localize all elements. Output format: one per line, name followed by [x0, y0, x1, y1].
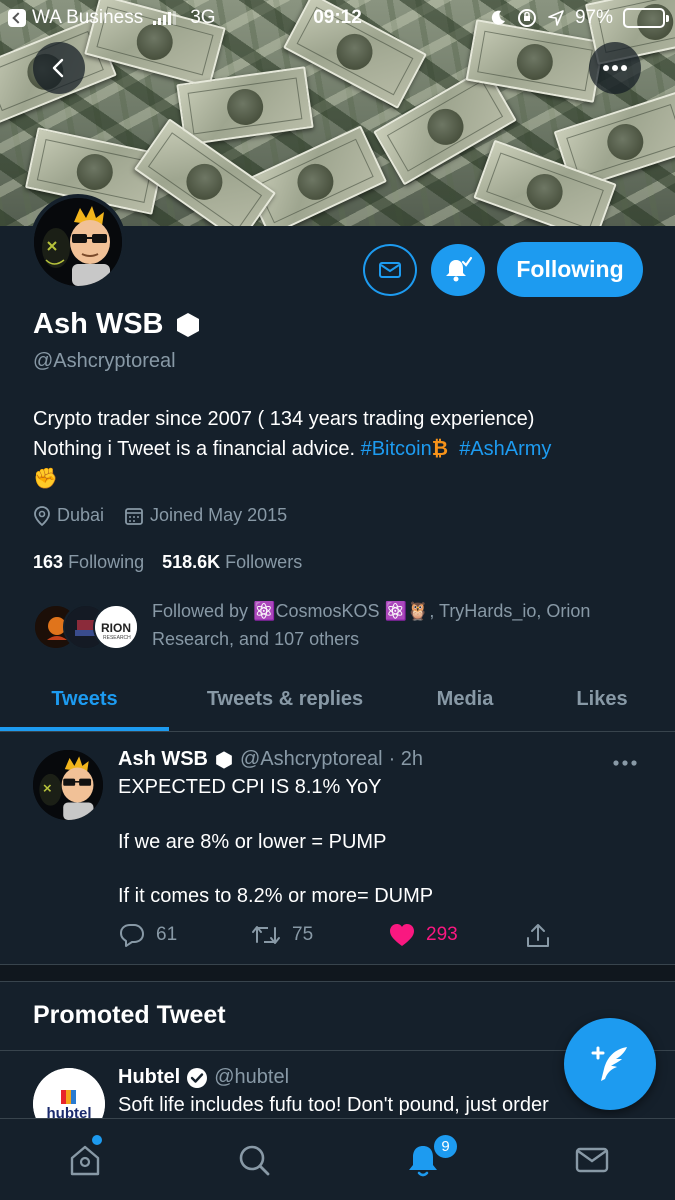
raised-fist-emoji: ✊: [33, 468, 58, 490]
tweet-text-line: If we are 8% or lower = PUMP: [118, 831, 387, 853]
search-icon: [239, 1145, 270, 1176]
tab-media[interactable]: Media: [401, 668, 529, 730]
bio-line: Crypto trader since 2007 ( 134 years tra…: [33, 408, 535, 430]
message-button[interactable]: [363, 244, 417, 296]
share-button[interactable]: [524, 922, 552, 950]
nav-home[interactable]: [64, 1139, 106, 1181]
envelope-icon: [379, 262, 401, 278]
hexagon-badge-icon: [216, 750, 232, 769]
like-button[interactable]: 293: [388, 922, 458, 948]
heart-icon: [390, 924, 414, 946]
followed-by-row[interactable]: RION RESEARCH Followed by ⚛️CosmosKOS ⚛️🦉…: [33, 597, 643, 657]
home-new-content-dot: [92, 1135, 102, 1145]
battery-percent: 97%: [574, 7, 613, 28]
retweet-button[interactable]: 75: [250, 922, 313, 948]
profile-meta: Dubai Joined May 2015: [33, 505, 287, 526]
follow-stats: 163 Following 518.6K Followers: [33, 552, 302, 573]
profile-avatar[interactable]: [30, 194, 126, 290]
compose-tweet-button[interactable]: [564, 1018, 656, 1110]
verified-badge-icon: [187, 1067, 208, 1088]
svg-text:RESEARCH: RESEARCH: [103, 635, 131, 641]
hashtag-bitcoin[interactable]: #Bitcoin: [361, 438, 432, 460]
notifications-badge: 9: [432, 1133, 459, 1160]
bio-text: Nothing i Tweet is a financial advice.: [33, 438, 361, 460]
reply-count: 61: [156, 924, 178, 945]
tweet-author-name[interactable]: Ash WSB: [118, 748, 208, 771]
back-button[interactable]: [33, 42, 85, 94]
more-horizontal-icon: [613, 760, 637, 766]
share-icon: [527, 924, 549, 947]
followed-by-text: Followed by ⚛️CosmosKOS ⚛️🦉, TryHards_io…: [152, 601, 591, 649]
tweet-author-handle[interactable]: @Ashcryptoreal: [240, 748, 383, 771]
active-tab-indicator: [0, 727, 169, 731]
bottom-navigation: [0, 1118, 675, 1200]
status-bar: WA Business 3G 09:12 97%: [0, 0, 675, 36]
more-options-button[interactable]: [589, 42, 641, 94]
retweet-count: 75: [292, 924, 314, 945]
battery-icon: [623, 8, 669, 28]
compose-feather-icon: [591, 1046, 627, 1081]
follower-avatar: RION RESEARCH: [93, 604, 139, 650]
location-pin-icon: [34, 505, 50, 526]
reply-button[interactable]: 61: [118, 922, 177, 948]
followers-stat[interactable]: 518.6K Followers: [162, 552, 302, 573]
section-separator: [0, 964, 675, 982]
promoted-tweet-heading: Promoted Tweet: [33, 1001, 226, 1029]
bio-line: Nothing i Tweet is a financial advice. #…: [33, 434, 643, 464]
tweet-more-button[interactable]: [612, 754, 638, 772]
reply-icon: [120, 924, 144, 947]
tweet-text-line: If it comes to 8.2% or more= DUMP: [118, 885, 434, 907]
display-name-text: Ash WSB: [33, 308, 164, 340]
tweet-text-line: EXPECTED CPI IS 8.1% YoY: [118, 776, 382, 798]
location-arrow-icon: [548, 10, 564, 26]
tab-likes[interactable]: Likes: [529, 668, 675, 730]
display-name: Ash WSB: [33, 308, 202, 341]
hashtag-asharmy[interactable]: #AshArmy: [459, 438, 551, 460]
joined-text: Joined May 2015: [150, 505, 288, 525]
following-count: 163: [33, 552, 64, 572]
bell-check-icon: [446, 256, 473, 282]
tweet-actions: 61 75 293: [118, 922, 568, 952]
promoted-header: Hubtel @hubtel: [118, 1066, 289, 1089]
following-button[interactable]: Following: [497, 242, 643, 297]
banner-bill: [242, 125, 388, 226]
followers-label: Followers: [225, 552, 303, 572]
envelope-icon: [575, 1147, 609, 1173]
retweet-icon: [252, 926, 280, 944]
moon-icon: [491, 10, 505, 25]
rotation-lock-icon: [517, 9, 536, 27]
tab-tweets-and-replies[interactable]: Tweets & replies: [169, 668, 401, 730]
tweet[interactable]: Ash WSB @Ashcryptoreal · 2h EXPECTED CPI…: [0, 732, 675, 964]
profile-tabs: Tweets Tweets & replies Media Likes: [0, 668, 675, 732]
chevron-left-icon: [52, 58, 64, 78]
hexagon-badge-icon[interactable]: [174, 311, 202, 339]
following-stat[interactable]: 163 Following: [33, 552, 144, 573]
like-count: 293: [426, 924, 458, 945]
nav-search[interactable]: [233, 1139, 275, 1181]
calendar-icon: [125, 507, 143, 525]
profile-handle: @Ashcryptoreal: [33, 350, 176, 372]
following-label: Following: [68, 552, 145, 572]
profile-bio: Crypto trader since 2007 ( 134 years tra…: [33, 404, 643, 494]
promoted-tweet-text: Soft life includes fufu too! Don't pound…: [118, 1094, 549, 1116]
bitcoin-emoji: ₿: [431, 438, 449, 460]
tweet-author-avatar[interactable]: [33, 750, 103, 820]
tab-tweets[interactable]: Tweets: [0, 668, 169, 730]
svg-text:RION: RION: [101, 621, 131, 635]
promoted-author-name[interactable]: Hubtel: [118, 1066, 180, 1089]
promoted-author-handle[interactable]: @hubtel: [214, 1066, 289, 1089]
tweet-time: · 2h: [388, 748, 424, 770]
tweet-header: Ash WSB @Ashcryptoreal · 2h: [118, 748, 423, 771]
home-icon: [70, 1145, 100, 1176]
avatar-image: [34, 198, 122, 286]
followers-count: 518.6K: [162, 552, 221, 572]
nav-messages[interactable]: [571, 1139, 613, 1181]
more-horizontal-icon: [603, 65, 627, 71]
location-text: Dubai: [57, 505, 105, 525]
notifications-toggle-button[interactable]: [431, 244, 485, 296]
